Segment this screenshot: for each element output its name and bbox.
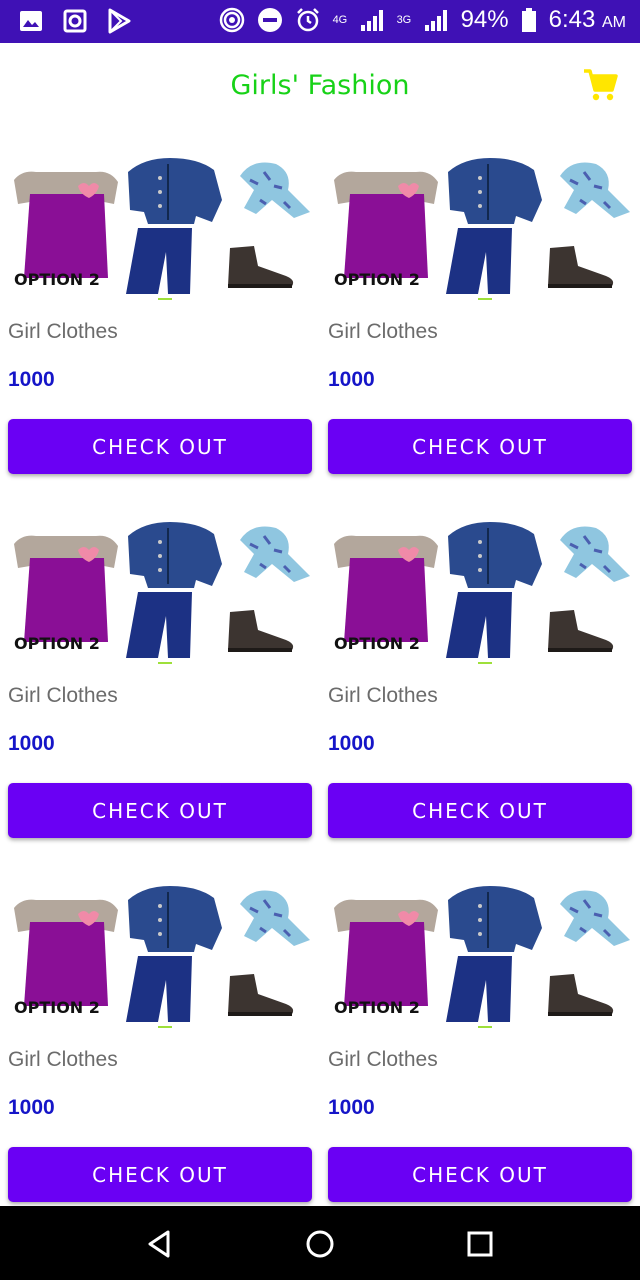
app-bar: Girls' Fashion: [0, 43, 640, 135]
battery-icon: [521, 8, 536, 32]
product-image[interactable]: OPTION 2: [328, 150, 632, 302]
back-icon[interactable]: [140, 1224, 180, 1264]
checkout-button[interactable]: CHECK OUT: [8, 1147, 312, 1202]
screenshot-icon: [63, 9, 87, 33]
product-card[interactable]: OPTION 2 Girl Clothes 1000 CHECK OUT: [8, 514, 312, 844]
product-name: Girl Clothes: [8, 684, 118, 707]
product-image[interactable]: OPTION 2: [8, 878, 312, 1030]
product-price: 1000: [8, 1096, 55, 1119]
checkout-button[interactable]: CHECK OUT: [328, 783, 632, 838]
page-title: Girls' Fashion: [230, 70, 410, 101]
signal-icon-2: [424, 10, 447, 31]
option-label: OPTION 2: [334, 634, 420, 653]
product-price: 1000: [8, 368, 55, 391]
option-label: OPTION 2: [334, 998, 420, 1017]
product-price: 1000: [328, 1096, 375, 1119]
product-name: Girl Clothes: [328, 684, 438, 707]
hotspot-icon: [219, 7, 244, 33]
cart-icon[interactable]: [582, 67, 618, 103]
product-image[interactable]: OPTION 2: [328, 514, 632, 666]
product-card[interactable]: OPTION 2 Girl Clothes 1000 CHECK OUT: [328, 514, 632, 844]
product-image[interactable]: OPTION 2: [8, 514, 312, 666]
alarm-icon: [296, 8, 319, 32]
product-card[interactable]: OPTION 2 Girl Clothes 1000 CHECK OUT: [328, 878, 632, 1208]
product-name: Girl Clothes: [8, 1048, 118, 1071]
checkout-button[interactable]: CHECK OUT: [328, 419, 632, 474]
product-card[interactable]: OPTION 2 Girl Clothes 1000 CHECK OUT: [328, 150, 632, 480]
signal-icon: [360, 10, 383, 31]
product-image[interactable]: OPTION 2: [328, 878, 632, 1030]
option-label: OPTION 2: [14, 634, 100, 653]
navigation-bar: [0, 1206, 640, 1280]
product-name: Girl Clothes: [8, 320, 118, 343]
checkout-button[interactable]: CHECK OUT: [328, 1147, 632, 1202]
clock: 6:43 AM: [548, 6, 626, 33]
product-price: 1000: [328, 732, 375, 755]
product-card[interactable]: OPTION 2 Girl Clothes 1000 CHECK OUT: [8, 150, 312, 480]
product-grid: OPTION 2 Girl Clothes 1000 CHECK OUT OPT…: [8, 150, 632, 1208]
do-not-disturb-icon: [257, 8, 282, 32]
status-bar: 4G 3G 94% 6:43 AM: [0, 0, 640, 43]
battery-percent: 94%: [460, 6, 509, 33]
gallery-icon: [20, 11, 42, 31]
product-price: 1000: [328, 368, 375, 391]
play-store-icon: [108, 8, 131, 34]
network-4g-label: 4G: [332, 13, 348, 26]
option-label: OPTION 2: [14, 998, 100, 1017]
product-card[interactable]: OPTION 2 Girl Clothes 1000 CHECK OUT: [8, 878, 312, 1208]
network-3g-label: 3G: [396, 13, 412, 26]
product-name: Girl Clothes: [328, 1048, 438, 1071]
option-label: OPTION 2: [14, 270, 100, 289]
product-image[interactable]: OPTION 2: [8, 150, 312, 302]
home-icon[interactable]: [300, 1224, 340, 1264]
checkout-button[interactable]: CHECK OUT: [8, 783, 312, 838]
option-label: OPTION 2: [334, 270, 420, 289]
product-name: Girl Clothes: [328, 320, 438, 343]
product-price: 1000: [8, 732, 55, 755]
recents-icon[interactable]: [460, 1224, 500, 1264]
checkout-button[interactable]: CHECK OUT: [8, 419, 312, 474]
